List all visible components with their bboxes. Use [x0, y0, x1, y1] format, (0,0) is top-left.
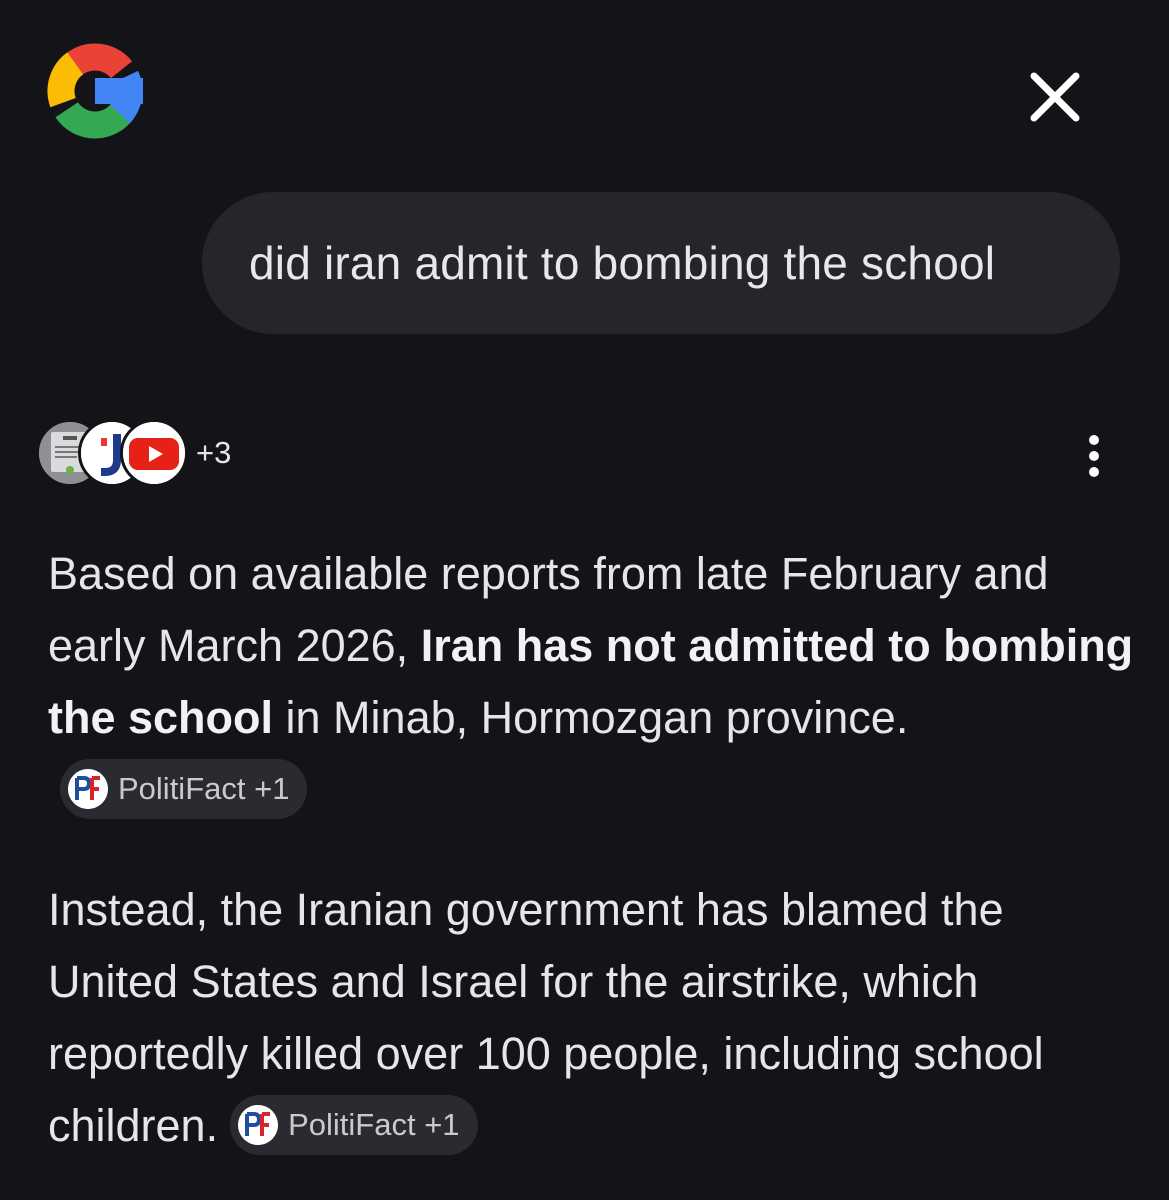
user-query-bubble[interactable]: did iran admit to bombing the school [202, 192, 1120, 334]
youtube-icon [120, 419, 188, 487]
citation-chip[interactable]: PolitiFact +1 [230, 1095, 478, 1156]
answer-text: in Minab, Hormozgan province. [273, 692, 909, 743]
citation-chip[interactable]: PolitiFact +1 [60, 759, 308, 820]
more-vert-icon[interactable] [1072, 432, 1116, 480]
answer-paragraph: Instead, the Iranian government has blam… [48, 874, 1138, 1162]
sources-button[interactable]: +3 [36, 419, 232, 487]
citation-chip-label: PolitiFact +1 [118, 771, 290, 807]
more-sources-count: +3 [196, 435, 232, 470]
close-icon[interactable] [1020, 62, 1090, 132]
ai-answer: Based on available reports from late Feb… [48, 538, 1138, 1162]
politifact-icon [68, 769, 108, 810]
citation-chip-label: PolitiFact +1 [288, 1107, 460, 1143]
google-g-icon [47, 43, 143, 139]
query-text: did iran admit to bombing the school [249, 237, 996, 289]
politifact-icon [238, 1105, 279, 1146]
ai-answer-screen: did iran admit to bombing the school +3 … [0, 0, 1169, 1200]
answer-text: Instead, the Iranian government has blam… [48, 884, 1044, 1151]
answer-paragraph: Based on available reports from late Feb… [48, 538, 1138, 826]
